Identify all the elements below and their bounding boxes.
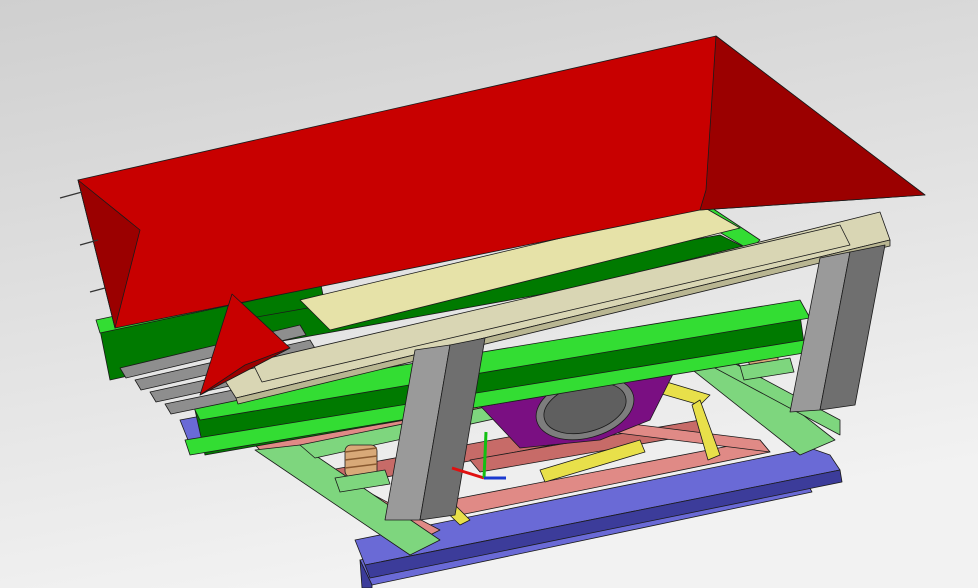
cad-viewport[interactable] [0,0,978,588]
vibrating-feeder-model[interactable] [0,0,978,588]
